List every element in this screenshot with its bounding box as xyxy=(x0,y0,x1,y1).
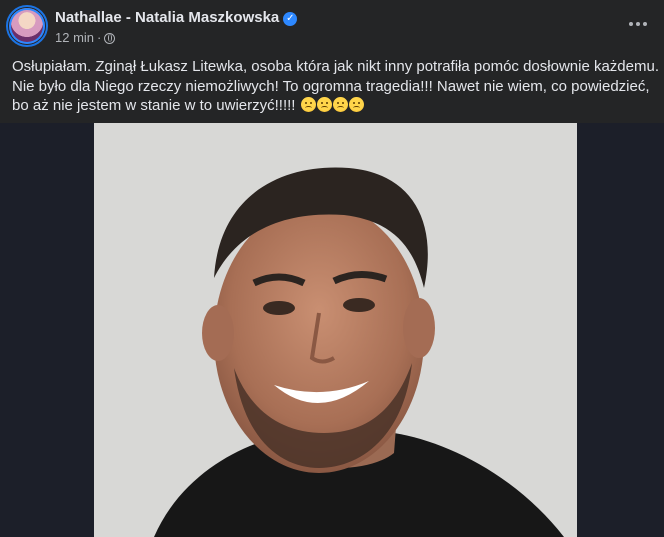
emoji-mouth xyxy=(304,106,312,110)
post-photo[interactable] xyxy=(94,123,577,537)
post-header: Nathallae - Natalia Maszkowska ✓ 12 min · xyxy=(0,0,664,50)
dot xyxy=(629,22,633,26)
sad-face-icon xyxy=(348,97,364,112)
post-meta: 12 min · xyxy=(55,30,116,45)
story-ring xyxy=(6,5,48,47)
right-ear xyxy=(403,298,435,358)
dot xyxy=(636,22,640,26)
left-eye xyxy=(263,301,295,315)
face xyxy=(214,203,424,473)
more-options-button[interactable] xyxy=(626,12,650,36)
right-eye xyxy=(343,298,375,312)
dot xyxy=(643,22,647,26)
globe-icon[interactable] xyxy=(104,33,116,44)
emoji-mouth xyxy=(336,106,344,110)
post-text: Osłupiałam. Zginął Łukasz Litewka, osoba… xyxy=(12,57,660,116)
portrait-photo xyxy=(94,123,577,537)
verified-badge-icon: ✓ xyxy=(283,12,298,26)
sad-face-icon xyxy=(332,97,348,112)
emoji-mouth xyxy=(320,106,328,110)
author-name-row: Nathallae - Natalia Maszkowska ✓ xyxy=(55,9,298,26)
meta-separator: · xyxy=(97,30,102,45)
post-timestamp[interactable]: 12 min xyxy=(55,30,94,45)
author-name[interactable]: Nathallae - Natalia Maszkowska xyxy=(55,9,279,26)
author-avatar[interactable] xyxy=(6,5,48,47)
emoji-mouth xyxy=(352,106,360,110)
sad-face-icon xyxy=(316,97,332,112)
left-ear xyxy=(202,305,234,361)
post-image-container[interactable] xyxy=(0,123,664,537)
sad-face-icon xyxy=(300,97,316,112)
